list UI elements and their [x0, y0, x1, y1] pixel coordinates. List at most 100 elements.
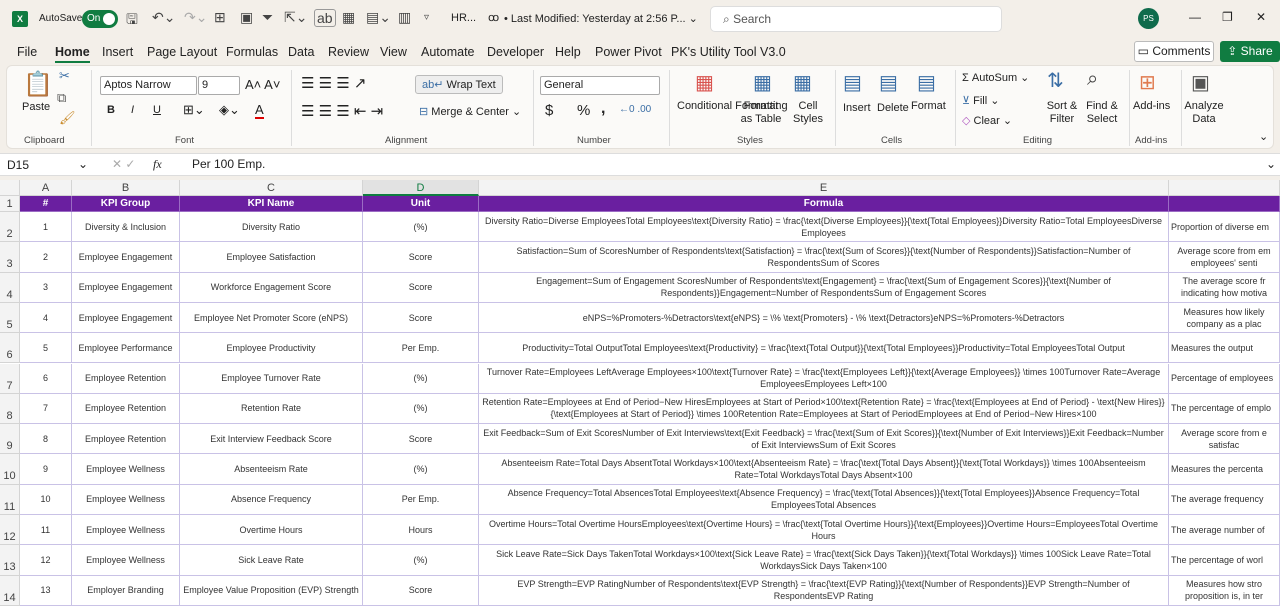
cell-kpi-group[interactable]: Employee Engagement — [72, 272, 180, 303]
cell-kpi-name[interactable]: Overtime Hours — [180, 515, 363, 546]
cell-unit[interactable]: (%) — [363, 393, 479, 425]
cell-kpi-group[interactable]: Employee Wellness — [72, 484, 180, 515]
cell-kpi-name[interactable]: Absence Frequency — [180, 484, 363, 515]
delete-cells-button[interactable]: Delete — [877, 102, 909, 114]
row-header[interactable]: 10 — [0, 454, 20, 485]
cell-kpi-name[interactable]: Retention Rate — [180, 393, 363, 425]
cell-description[interactable]: Measures how stro proposition is, in ter — [1169, 575, 1280, 606]
cell-num[interactable]: 4 — [20, 302, 72, 334]
cell-kpi-name[interactable]: Employee Net Promoter Score (eNPS) — [180, 302, 363, 334]
increase-font-icon[interactable]: A˄ A˅ — [245, 77, 280, 92]
font-color-icon[interactable]: A — [255, 102, 264, 119]
filter-icon[interactable]: ⏷ — [262, 9, 273, 26]
comma-button[interactable]: , — [601, 100, 605, 118]
align-top-icons[interactable]: ☰ ☰ ☰ ↗ — [301, 74, 366, 92]
fill-button[interactable]: ⊻ Fill ⌄ — [962, 94, 999, 107]
underline-button[interactable]: U — [153, 104, 161, 116]
formula-input[interactable]: Per 100 Emp. — [192, 157, 265, 171]
cell-formula[interactable]: Absenteeism Rate=Total Days AbsentTotal … — [479, 454, 1169, 485]
tab-power-pivot[interactable]: Power Pivot — [595, 45, 662, 59]
collapse-ribbon-icon[interactable]: ⌄ — [1259, 130, 1268, 143]
cell-unit[interactable]: Per Emp. — [363, 484, 479, 515]
cell-description[interactable]: Average score from em employees' senti — [1169, 242, 1280, 273]
cell-unit[interactable]: (%) — [363, 454, 479, 485]
fill-color-icon[interactable]: ◈⌄ — [219, 102, 240, 118]
cell-kpi-group[interactable]: Employee Wellness — [72, 545, 180, 576]
row-header[interactable]: 5 — [0, 302, 20, 334]
row-header[interactable]: 9 — [0, 424, 20, 455]
row-header[interactable]: 3 — [0, 242, 20, 273]
search-box[interactable]: ⌕ Search — [710, 6, 1002, 32]
cell-kpi-name[interactable]: Employee Satisfaction — [180, 242, 363, 273]
column-header-b[interactable]: B — [72, 180, 180, 196]
italic-button[interactable]: I — [131, 104, 134, 116]
save-icon[interactable]: 🖫 — [126, 9, 138, 33]
cell-description[interactable]: Measures how likely company as a plac — [1169, 302, 1280, 334]
cell-description[interactable]: Measures the output — [1169, 333, 1280, 364]
cell-kpi-group[interactable]: Employee Engagement — [72, 302, 180, 334]
tab-file[interactable]: File — [17, 45, 37, 59]
cell-formula[interactable]: Sick Leave Rate=Sick Days TakenTotal Wor… — [479, 545, 1169, 576]
cell-formula[interactable]: Engagement=Sum of Engagement ScoresNumbe… — [479, 272, 1169, 303]
paste-button[interactable]: Paste — [22, 101, 50, 113]
cell-description[interactable]: Average score from e satisfac — [1169, 424, 1280, 455]
close-button[interactable]: ✕ — [1256, 10, 1266, 24]
cell-unit[interactable]: Score — [363, 424, 479, 455]
cell-formula[interactable]: Exit Feedback=Sum of Exit ScoresNumber o… — [479, 424, 1169, 455]
cell-description[interactable]: The average frequency — [1169, 484, 1280, 515]
redo-icon[interactable]: ↷⌄ — [184, 9, 207, 26]
bold-button[interactable]: B — [107, 104, 115, 116]
row-header[interactable]: 13 — [0, 545, 20, 576]
format-painter-icon[interactable]: 🖌 — [59, 110, 76, 126]
cell-num[interactable]: 7 — [20, 393, 72, 425]
undo-icon[interactable]: ↶⌄ — [152, 9, 175, 26]
align-left-icons[interactable]: ☰ ☰ ☰ ⇤ ⇥ — [301, 102, 383, 120]
cancel-icon[interactable]: ✕ ✓ — [112, 157, 135, 171]
analyze-data-button[interactable]: Analyze Data — [1183, 100, 1225, 126]
cell-num[interactable]: 8 — [20, 424, 72, 455]
cell-num[interactable]: 1 — [20, 212, 72, 243]
cell-formula[interactable]: eNPS=%Promoters-%Detractors\text{eNPS} =… — [479, 302, 1169, 334]
font-name-select[interactable]: Aptos Narrow — [100, 76, 197, 95]
cell-formula[interactable]: Diversity Ratio=Diverse EmployeesTotal E… — [479, 212, 1169, 243]
tab-automate[interactable]: Automate — [421, 45, 475, 59]
cell-kpi-group[interactable]: Employee Retention — [72, 363, 180, 394]
select-all-button[interactable] — [0, 180, 20, 196]
borders-icon[interactable]: ⊞ — [214, 9, 226, 26]
cell-num[interactable]: 3 — [20, 272, 72, 303]
cell-description[interactable]: Percentage of employees — [1169, 363, 1280, 394]
cell-description[interactable]: Measures the percenta — [1169, 454, 1280, 485]
picture-icon[interactable]: ▣ — [240, 9, 253, 26]
autosave-toggle[interactable]: On — [82, 10, 118, 28]
cell-num[interactable]: 9 — [20, 454, 72, 485]
find-select-button[interactable]: Find & Select — [1083, 100, 1121, 126]
calculator-icon[interactable]: ▤⌄ — [366, 9, 391, 26]
cell-kpi-group[interactable]: Employee Wellness — [72, 515, 180, 546]
spreadsheet-grid[interactable]: A B C D E 1 # KPI Group KPI Name Unit Formula 2 1 Div… — [0, 180, 1280, 606]
tab-home[interactable]: Home — [55, 45, 90, 63]
merge-center-button[interactable]: ⊟ Merge & Center ⌄ — [419, 105, 521, 118]
cell-kpi-name[interactable]: Exit Interview Feedback Score — [180, 424, 363, 455]
cell-kpi-name[interactable]: Absenteeism Rate — [180, 454, 363, 485]
copy-icon[interactable]: ⧉ — [57, 90, 66, 106]
row-header[interactable]: 8 — [0, 393, 20, 425]
column-header-c[interactable]: C — [180, 180, 363, 196]
cell-description[interactable]: The average score fr indicating how moti… — [1169, 272, 1280, 303]
cell-kpi-group[interactable]: Diversity & Inclusion — [72, 212, 180, 243]
cell-num[interactable]: 11 — [20, 515, 72, 546]
row-header[interactable]: 2 — [0, 212, 20, 243]
cell-kpi-name[interactable]: Employee Turnover Rate — [180, 363, 363, 394]
cell-unit[interactable]: (%) — [363, 212, 479, 243]
cell-num[interactable]: 12 — [20, 545, 72, 576]
format-cells-button[interactable]: Format — [911, 100, 946, 112]
addins-button[interactable]: Add-ins — [1133, 100, 1170, 112]
cell-description[interactable]: The percentage of emplo — [1169, 393, 1280, 425]
cell-formula[interactable]: Productivity=Total OutputTotal Employees… — [479, 333, 1169, 364]
row-header[interactable]: 11 — [0, 484, 20, 515]
tab-data[interactable]: Data — [288, 45, 314, 59]
currency-button[interactable]: $ — [545, 102, 553, 119]
tab-page-layout[interactable]: Page Layout — [147, 45, 217, 59]
tab-pk-utility[interactable]: PK's Utility Tool V3.0 — [671, 45, 786, 59]
avatar[interactable]: PS — [1138, 8, 1159, 29]
cell-unit[interactable]: (%) — [363, 363, 479, 394]
